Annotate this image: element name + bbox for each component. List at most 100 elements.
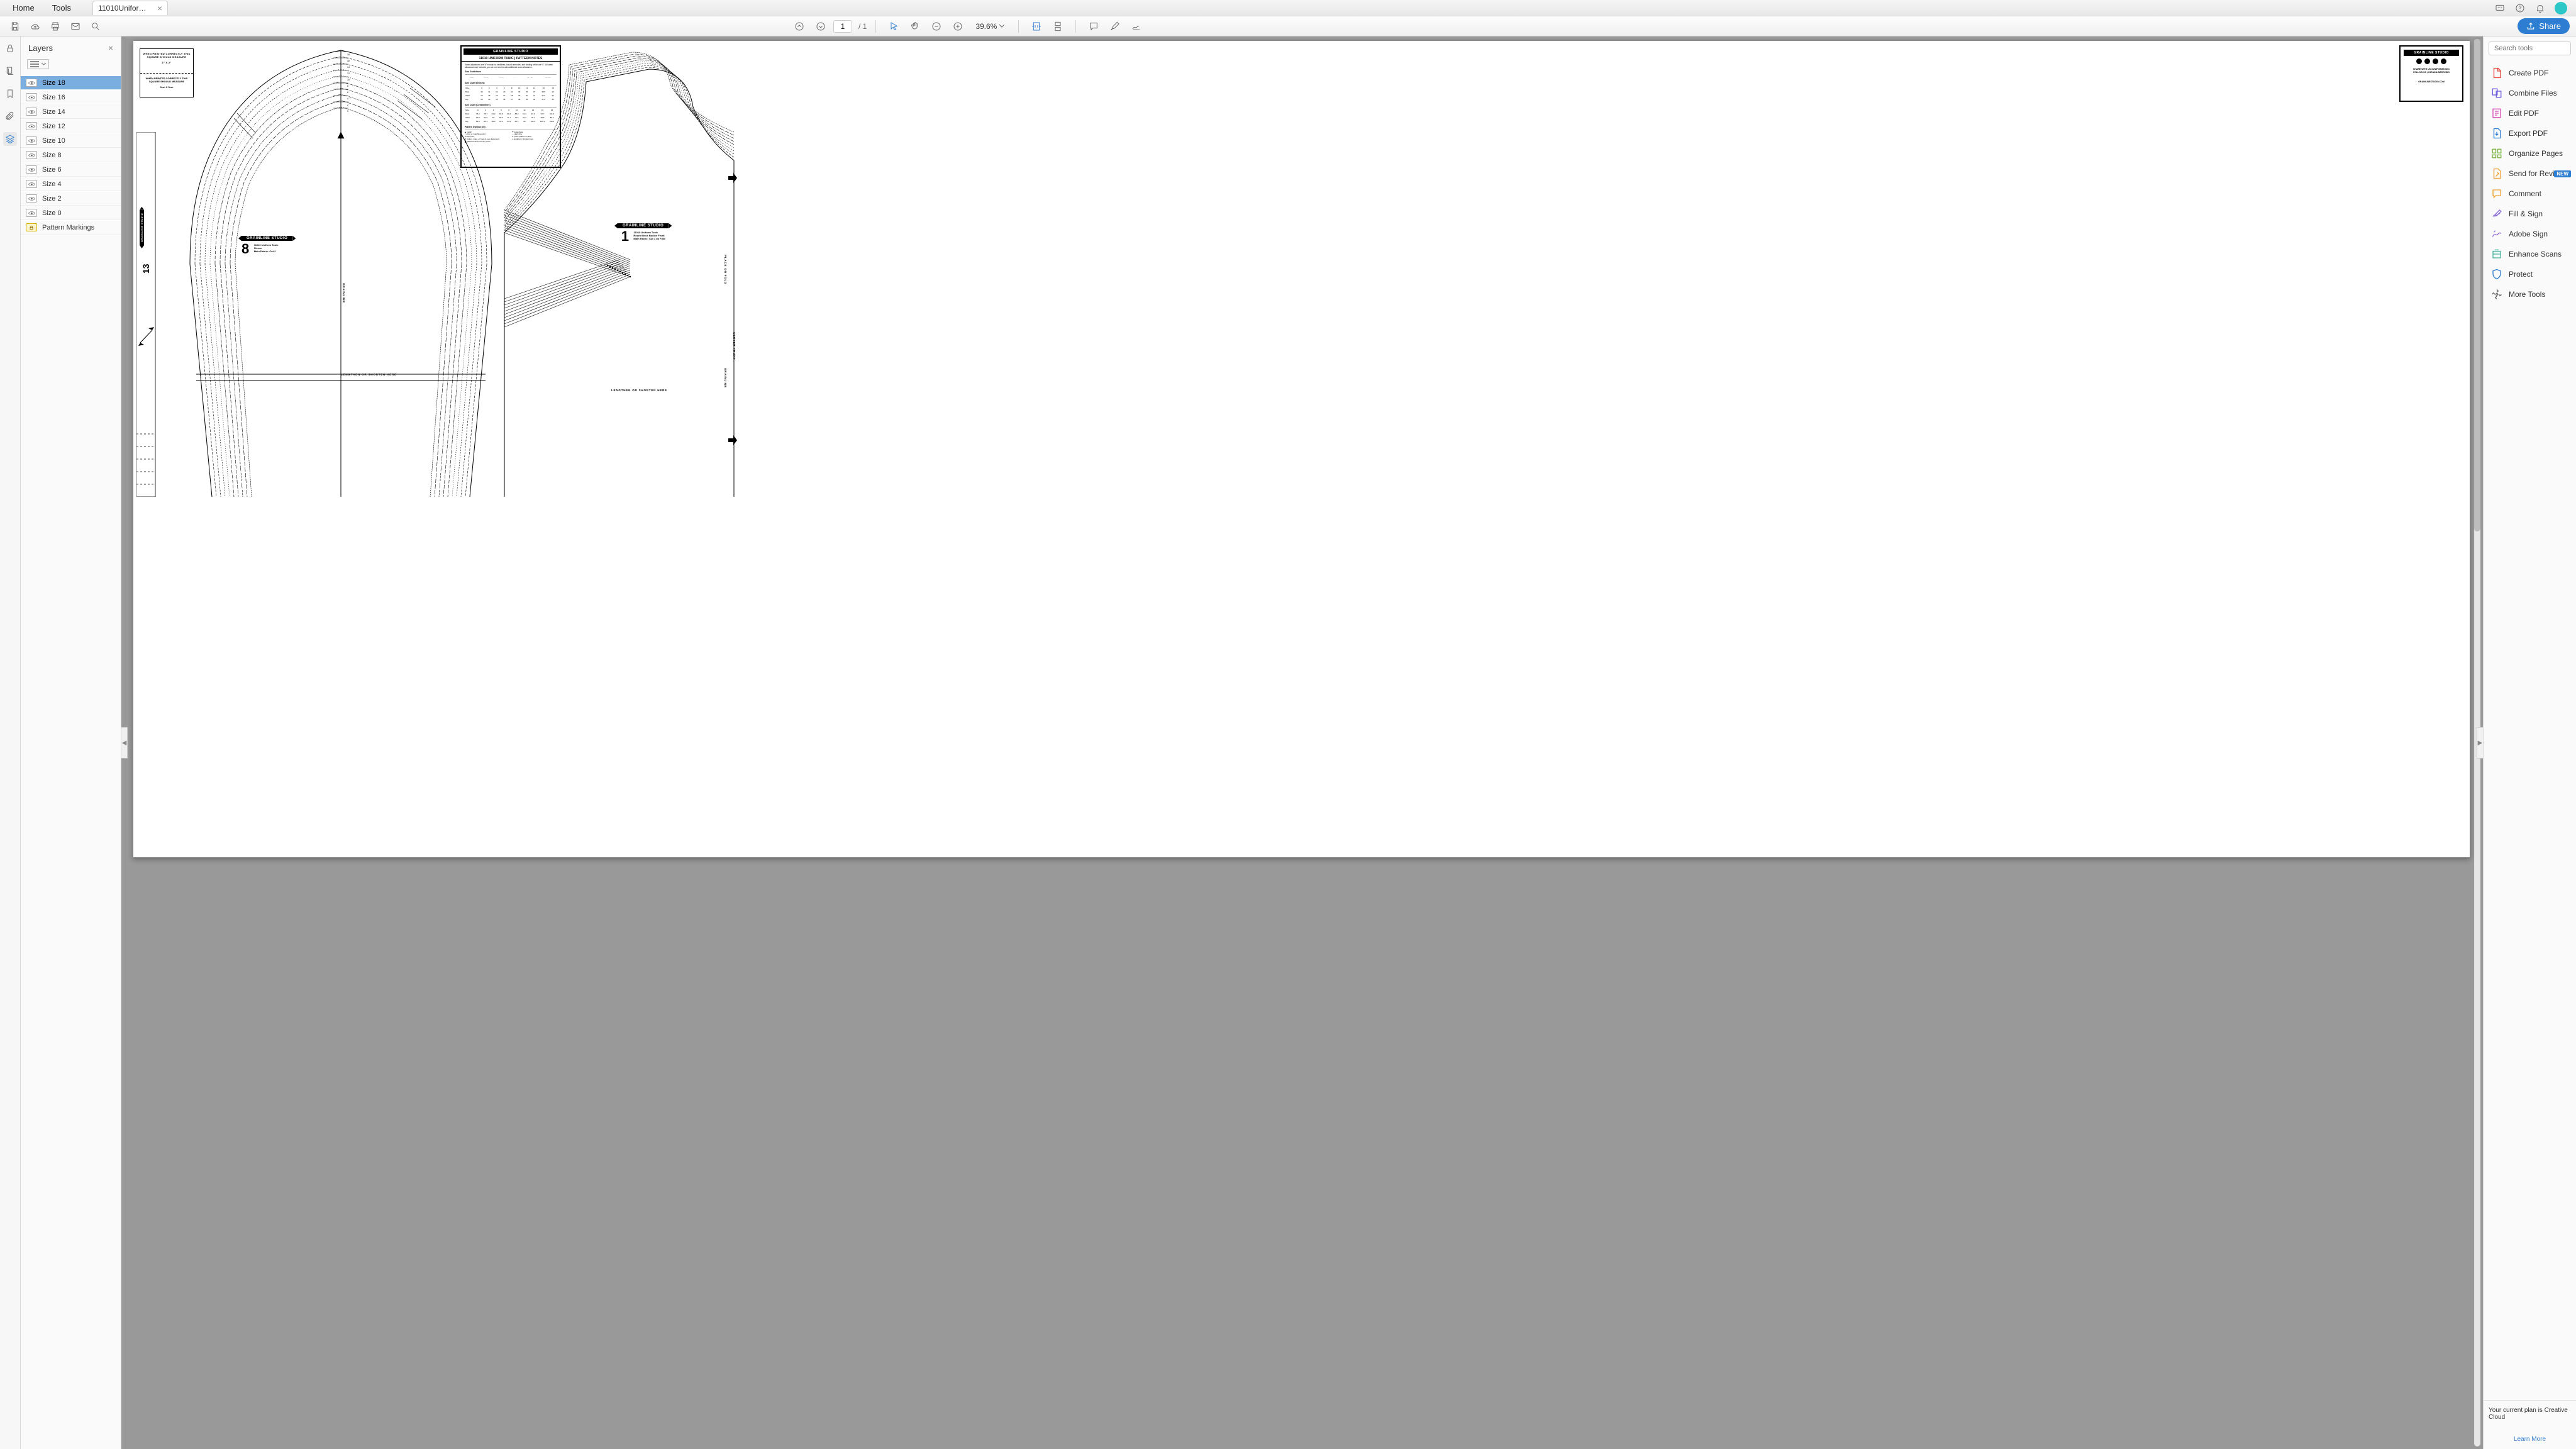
page-up-button[interactable] bbox=[791, 18, 808, 35]
piece-1-banner: GRAINLINE STUDIO bbox=[618, 223, 669, 228]
tool-organize-pages[interactable]: Organize Pages bbox=[2484, 143, 2576, 164]
sleeve-piece-svg bbox=[171, 44, 511, 497]
tool-comment[interactable]: Comment bbox=[2484, 184, 2576, 204]
layer-label: Pattern Markings bbox=[42, 224, 94, 231]
comment-tool[interactable] bbox=[1085, 18, 1102, 35]
share-label: Share bbox=[2539, 21, 2561, 31]
help-icon[interactable] bbox=[2514, 3, 2526, 14]
document-tab[interactable]: 11010Uniform_Co... × bbox=[92, 1, 168, 15]
sign-tool[interactable] bbox=[1128, 18, 1145, 35]
visibility-icon[interactable] bbox=[26, 151, 37, 159]
layer-row-size-16[interactable]: Size 16 bbox=[21, 90, 121, 104]
layer-label: Size 12 bbox=[42, 123, 65, 130]
layer-row-size-6[interactable]: Size 6 bbox=[21, 162, 121, 177]
sleeve-grainline-text: GRAINLINE bbox=[342, 283, 345, 303]
visibility-icon[interactable] bbox=[26, 180, 37, 188]
collapse-right-handle[interactable]: ▶ bbox=[2477, 727, 2483, 758]
layer-row-size-0[interactable]: Size 0 bbox=[21, 206, 121, 220]
plan-text: Your current plan is Creative Cloud bbox=[2489, 1407, 2571, 1421]
tool-more-tools[interactable]: More Tools bbox=[2484, 284, 2576, 304]
new-badge: NEW bbox=[2554, 170, 2571, 177]
zoom-level-select[interactable]: 39.6% bbox=[970, 22, 1009, 31]
learn-more-link[interactable]: Learn More bbox=[2489, 1436, 2571, 1443]
layer-label: Size 10 bbox=[42, 137, 65, 145]
fit-width-button[interactable] bbox=[1028, 18, 1045, 35]
share-button[interactable]: Share bbox=[2518, 18, 2570, 34]
scrollbar-thumb[interactable] bbox=[2474, 39, 2480, 531]
tool-label: Adobe Sign bbox=[2509, 230, 2548, 238]
tool-combine-files[interactable]: Combine Files bbox=[2484, 83, 2576, 103]
tool-protect[interactable]: Protect bbox=[2484, 264, 2576, 284]
brand-banner-2: GRAINLINE STUDIO bbox=[2404, 50, 2459, 56]
menu-tools[interactable]: Tools bbox=[43, 1, 80, 15]
tool-adobe-sign[interactable]: Adobe Sign bbox=[2484, 224, 2576, 244]
visibility-icon[interactable] bbox=[26, 136, 37, 145]
hand-tool[interactable] bbox=[906, 18, 924, 35]
search-tools-input[interactable] bbox=[2489, 42, 2571, 55]
rail-thumbnails-icon[interactable] bbox=[3, 64, 17, 78]
piece-1-number: 1 bbox=[621, 230, 629, 243]
bodice-piece-svg: lt;/g> bbox=[486, 44, 737, 497]
visibility-icon[interactable] bbox=[26, 165, 37, 174]
tool-edit-pdf[interactable]: Edit PDF bbox=[2484, 103, 2576, 123]
collapse-left-handle[interactable]: ◀ bbox=[121, 727, 128, 758]
tool-send-for-review[interactable]: Send for ReviewNEW bbox=[2484, 164, 2576, 184]
lock-icon[interactable] bbox=[26, 223, 37, 231]
organize-icon bbox=[2491, 148, 2502, 159]
layer-row-size-10[interactable]: Size 10 bbox=[21, 133, 121, 148]
tool-create-pdf[interactable]: Create PDF bbox=[2484, 63, 2576, 83]
zoom-in-button[interactable] bbox=[949, 18, 967, 35]
menu-home[interactable]: Home bbox=[4, 1, 43, 15]
tool-fill-sign[interactable]: Fill & Sign bbox=[2484, 204, 2576, 224]
visibility-icon[interactable] bbox=[26, 79, 37, 87]
arrow-tool[interactable] bbox=[885, 18, 902, 35]
cloud-button[interactable] bbox=[26, 18, 44, 35]
find-button[interactable] bbox=[87, 18, 104, 35]
layer-row-pattern-markings[interactable]: Pattern Markings bbox=[21, 220, 121, 235]
visibility-icon[interactable] bbox=[26, 122, 37, 130]
save-button[interactable] bbox=[6, 18, 24, 35]
layers-close-button[interactable]: × bbox=[108, 43, 113, 53]
visibility-icon[interactable] bbox=[26, 209, 37, 217]
tool-enhance-scans[interactable]: Enhance Scans bbox=[2484, 244, 2576, 264]
share-box: GRAINLINE STUDIO SHARE WITH US #UNIFORMT… bbox=[2399, 45, 2463, 102]
layer-label: Size 2 bbox=[42, 195, 62, 203]
layer-row-size-4[interactable]: Size 4 bbox=[21, 177, 121, 191]
tool-label: Fill & Sign bbox=[2509, 209, 2543, 218]
scroll-mode-button[interactable] bbox=[1049, 18, 1067, 35]
sleeve-tick-labels: 181614121086420 bbox=[347, 52, 350, 114]
bodice-center-front-text: CENTER FRONT bbox=[733, 332, 736, 360]
rail-bookmark-icon[interactable] bbox=[3, 87, 17, 101]
rail-lock-icon[interactable] bbox=[3, 42, 17, 55]
page-down-button[interactable] bbox=[812, 18, 830, 35]
layers-options-button[interactable] bbox=[27, 59, 49, 69]
visibility-icon[interactable] bbox=[26, 93, 37, 101]
piece-8-cut: Main Fabric: Cut 2 bbox=[254, 250, 279, 253]
visibility-icon[interactable] bbox=[26, 194, 37, 203]
protect-icon bbox=[2491, 269, 2502, 280]
print-button[interactable] bbox=[47, 18, 64, 35]
tool-export-pdf[interactable]: Export PDF bbox=[2484, 123, 2576, 143]
layer-row-size-18[interactable]: Size 18 bbox=[21, 75, 121, 90]
piece-8-banner: GRAINLINE STUDIO bbox=[242, 236, 292, 241]
export-icon bbox=[2491, 128, 2502, 139]
email-button[interactable] bbox=[67, 18, 84, 35]
chat-icon[interactable] bbox=[2494, 3, 2506, 14]
visibility-icon[interactable] bbox=[26, 108, 37, 116]
rail-attachments-icon[interactable] bbox=[3, 109, 17, 123]
layer-row-size-8[interactable]: Size 8 bbox=[21, 148, 121, 162]
layer-row-size-2[interactable]: Size 2 bbox=[21, 191, 121, 206]
bell-icon[interactable] bbox=[2534, 3, 2546, 14]
zoom-value: 39.6% bbox=[975, 22, 997, 31]
tab-close-icon[interactable]: × bbox=[157, 4, 162, 13]
rail-layers-icon[interactable] bbox=[3, 132, 17, 146]
zoom-out-button[interactable] bbox=[928, 18, 945, 35]
layer-row-size-14[interactable]: Size 14 bbox=[21, 104, 121, 119]
avatar[interactable] bbox=[2555, 2, 2567, 14]
layer-row-size-12[interactable]: Size 12 bbox=[21, 119, 121, 133]
piece-13-number: 13 bbox=[141, 264, 151, 274]
piece-13-banner: GRAINLINE STUDIO bbox=[140, 210, 144, 245]
page-number-input[interactable] bbox=[833, 20, 852, 33]
layer-label: Size 18 bbox=[42, 79, 65, 87]
highlight-tool[interactable] bbox=[1106, 18, 1124, 35]
